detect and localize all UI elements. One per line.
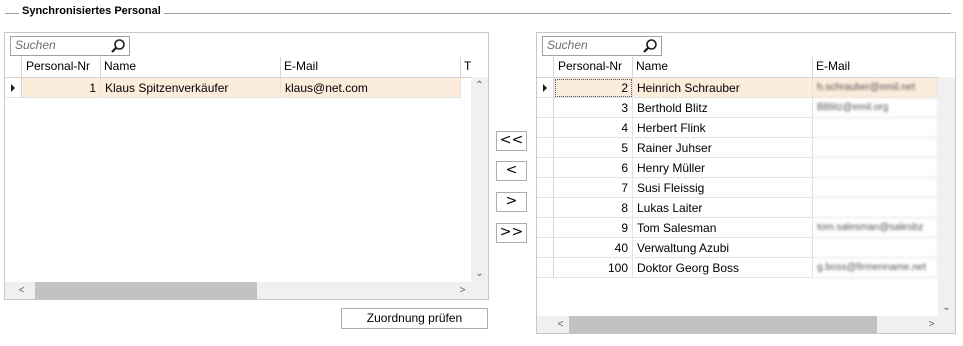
cell-email[interactable]: [813, 178, 938, 198]
right-grid-header: Personal-Nr Name E-Mail: [537, 57, 938, 78]
cell-email[interactable]: [813, 118, 938, 138]
cell-personal-nr[interactable]: 3: [554, 98, 633, 118]
table-row[interactable]: 9 Tom Salesman tom.salesman@salesbz: [537, 218, 938, 238]
cell-personal-nr[interactable]: 6: [554, 158, 633, 178]
cell-email[interactable]: h.schrauber@emil.net: [813, 78, 938, 98]
cell-name[interactable]: Henry Müller: [633, 158, 813, 178]
table-row[interactable]: 40 Verwaltung Azubi: [537, 238, 938, 258]
row-selector[interactable]: [537, 258, 554, 278]
left-horizontal-scrollbar[interactable]: < >: [5, 282, 488, 299]
scroll-up-icon[interactable]: ⌃: [471, 77, 488, 94]
cell-email[interactable]: tom.salesman@salesbz: [813, 218, 938, 238]
table-row[interactable]: 5 Rainer Juhser: [537, 138, 938, 158]
cell-name[interactable]: Doktor Georg Boss: [633, 258, 813, 278]
cell-name[interactable]: Berthold Blitz: [633, 98, 813, 118]
left-col-email[interactable]: E-Mail: [281, 57, 461, 77]
cell-personal-nr[interactable]: 1: [22, 78, 101, 98]
row-selector[interactable]: [537, 178, 554, 198]
cell-name[interactable]: Lukas Laiter: [633, 198, 813, 218]
right-grid-toolbar: [537, 33, 955, 57]
right-row-header-corner: [537, 57, 554, 77]
cell-name[interactable]: Rainer Juhser: [633, 138, 813, 158]
cell-email[interactable]: [813, 238, 938, 258]
cell-personal-nr[interactable]: 7: [554, 178, 633, 198]
left-col-name[interactable]: Name: [101, 57, 281, 77]
table-row[interactable]: 4 Herbert Flink: [537, 118, 938, 138]
row-selector[interactable]: [537, 198, 554, 218]
table-row[interactable]: 2 Heinrich Schrauber h.schrauber@emil.net: [537, 78, 938, 98]
row-selector[interactable]: [537, 158, 554, 178]
table-row[interactable]: 7 Susi Fleissig: [537, 178, 938, 198]
right-search-input[interactable]: [543, 37, 642, 53]
left-vertical-scrollbar[interactable]: ⌃ ⌄: [471, 77, 488, 282]
search-icon[interactable]: [642, 38, 658, 54]
cell-email[interactable]: g.boss@firmenname.net: [813, 258, 938, 278]
scroll-left-icon[interactable]: <: [552, 316, 569, 333]
table-row[interactable]: 6 Henry Müller: [537, 158, 938, 178]
scroll-down-icon[interactable]: ⌄: [938, 299, 955, 316]
move-all-left-button[interactable]: <<: [496, 131, 527, 151]
cell-name[interactable]: Susi Fleissig: [633, 178, 813, 198]
cell-personal-nr[interactable]: 9: [554, 218, 633, 238]
right-horizontal-scrollbar[interactable]: < >: [537, 316, 955, 333]
cell-personal-nr[interactable]: 8: [554, 198, 633, 218]
group-title: Synchronisiertes Personal: [19, 5, 164, 17]
move-right-button[interactable]: >: [496, 192, 527, 212]
left-grid: Personal-Nr Name E-Mail T 1 Klaus Spitze…: [4, 32, 489, 300]
right-vertical-scrollbar[interactable]: ⌄: [938, 77, 955, 316]
left-search-input[interactable]: [11, 37, 110, 53]
left-col-personal-nr[interactable]: Personal-Nr: [22, 57, 101, 77]
right-col-name[interactable]: Name: [633, 57, 813, 77]
cell-name[interactable]: Herbert Flink: [633, 118, 813, 138]
cell-personal-nr[interactable]: 2: [554, 78, 633, 98]
cell-personal-nr[interactable]: 4: [554, 118, 633, 138]
row-selector[interactable]: [537, 238, 554, 258]
current-row-arrow-icon: [543, 84, 547, 92]
cell-name[interactable]: Klaus Spitzenverkäufer: [101, 78, 281, 98]
scroll-down-icon[interactable]: ⌄: [471, 265, 488, 282]
table-row[interactable]: 100 Doktor Georg Boss g.boss@firmenname.ne…: [537, 258, 938, 278]
row-selector[interactable]: [537, 78, 554, 98]
row-selector[interactable]: [537, 218, 554, 238]
row-selector[interactable]: [537, 138, 554, 158]
table-row[interactable]: 3 Berthold Blitz BBlitz@emil.org: [537, 98, 938, 118]
cell-email[interactable]: [813, 158, 938, 178]
right-grid: Personal-Nr Name E-Mail 2Heinrich Schrau…: [536, 32, 956, 334]
cell-personal-nr[interactable]: 100: [554, 258, 633, 278]
right-hscroll-thumb[interactable]: [569, 316, 877, 333]
left-col-t[interactable]: T: [461, 57, 475, 77]
left-grid-header: Personal-Nr Name E-Mail T: [5, 57, 471, 78]
search-icon[interactable]: [110, 38, 126, 54]
cell-email[interactable]: [813, 198, 938, 218]
cell-email[interactable]: BBlitz@emil.org: [813, 98, 938, 118]
left-row-header-corner: [5, 57, 22, 77]
row-selector[interactable]: [537, 118, 554, 138]
cell-name[interactable]: Heinrich Schrauber: [633, 78, 813, 98]
row-selector[interactable]: [5, 78, 22, 98]
scroll-right-icon[interactable]: >: [923, 316, 940, 333]
table-row[interactable]: 1 Klaus Spitzenverkäufer klaus@net.com: [5, 78, 461, 98]
table-row[interactable]: 8 Lukas Laiter: [537, 198, 938, 218]
move-all-right-button[interactable]: >>: [496, 223, 527, 243]
cell-personal-nr[interactable]: 40: [554, 238, 633, 258]
check-assignment-button[interactable]: Zuordnung prüfen: [341, 308, 488, 329]
right-col-email[interactable]: E-Mail: [813, 57, 938, 77]
right-search-box[interactable]: [542, 36, 662, 56]
cell-personal-nr[interactable]: 5: [554, 138, 633, 158]
row-selector[interactable]: [537, 98, 554, 118]
cell-name[interactable]: Verwaltung Azubi: [633, 238, 813, 258]
current-row-arrow-icon: [11, 84, 15, 92]
left-hscroll-thumb[interactable]: [35, 282, 257, 299]
cell-email[interactable]: klaus@net.com: [281, 78, 461, 98]
left-grid-toolbar: [5, 33, 488, 57]
move-left-button[interactable]: <: [496, 161, 527, 181]
scroll-right-icon[interactable]: >: [454, 282, 471, 299]
scroll-left-icon[interactable]: <: [13, 282, 30, 299]
right-col-personal-nr[interactable]: Personal-Nr: [554, 57, 633, 77]
cell-name[interactable]: Tom Salesman: [633, 218, 813, 238]
left-search-box[interactable]: [10, 36, 130, 56]
cell-email[interactable]: [813, 138, 938, 158]
